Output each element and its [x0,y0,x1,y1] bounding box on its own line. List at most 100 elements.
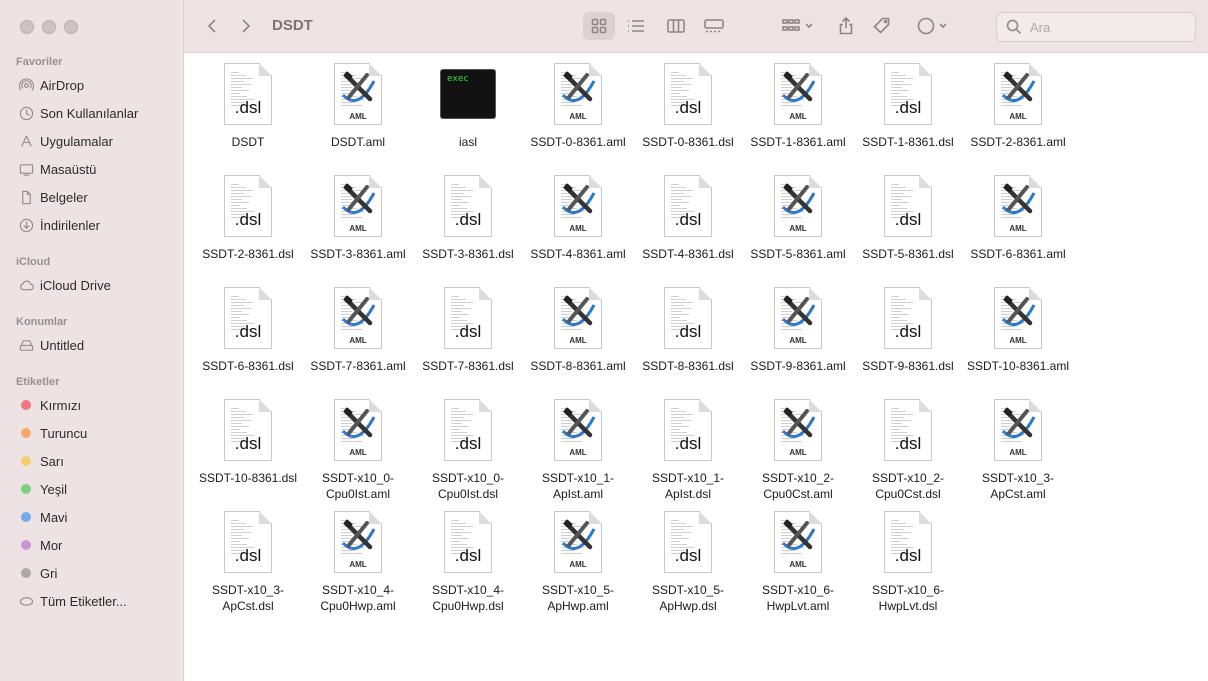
action-menu-button[interactable] [912,12,952,40]
file-item[interactable]: AML SSDT-5-8361.aml [743,174,853,286]
grid-view-icon [591,18,607,34]
minimize-window-button[interactable] [42,20,56,34]
view-list-button[interactable] [620,12,652,40]
file-item[interactable]: .dsl SSDT-10-8361.dsl [193,398,303,510]
file-item[interactable]: .dsl SSDT-x10_1-ApIst.dsl [633,398,743,510]
file-item[interactable]: .dsl SSDT-x10_3-ApCst.dsl [193,510,303,622]
file-name: SSDT-x10_3-ApCst.aml [981,471,1055,501]
sidebar-item-desktop[interactable]: Masaüstü [18,158,96,180]
sidebar-tag-red[interactable]: Kırmızı [18,394,81,416]
file-item[interactable]: AML SSDT-x10_1-ApIst.aml [523,398,633,510]
file-item[interactable]: .dsl SSDT-4-8361.dsl [633,174,743,286]
sidebar-tag-gray[interactable]: Gri [18,562,57,584]
file-item[interactable]: .dsl SSDT-x10_2-Cpu0Cst.dsl [853,398,963,510]
file-item[interactable]: .dsl SSDT-x10_5-ApHwp.dsl [633,510,743,622]
sidebar-section-locations: Konumlar [16,316,68,328]
file-item[interactable]: .dsl SSDT-3-8361.dsl [413,174,523,286]
sidebar-tag-purple[interactable]: Mor [18,534,62,556]
aml-file-icon: AML [334,511,382,573]
view-gallery-button[interactable] [698,12,730,40]
file-item[interactable]: .dsl SSDT-5-8361.dsl [853,174,963,286]
file-item[interactable]: AML SSDT-x10_5-ApHwp.aml [523,510,633,622]
file-item[interactable]: AML SSDT-x10_0-Cpu0Ist.aml [303,398,413,510]
file-item[interactable]: .dsl SSDT-x10_6-HwpLvt.dsl [853,510,963,622]
file-item[interactable]: AML SSDT-9-8361.aml [743,286,853,398]
sidebar-item-icloud-drive[interactable]: iCloud Drive [18,274,111,296]
file-item[interactable]: AML SSDT-7-8361.aml [303,286,413,398]
back-button[interactable] [202,14,222,38]
file-item[interactable]: .dsl SSDT-8-8361.dsl [633,286,743,398]
sidebar-tag-yellow[interactable]: Sarı [18,450,64,472]
file-name: SSDT-10-8361.dsl [198,471,298,485]
aml-badge: AML [349,112,367,121]
sidebar-tag-blue[interactable]: Mavi [18,506,67,528]
search-input[interactable] [1028,18,1192,36]
file-item[interactable]: .dsl SSDT-6-8361.dsl [193,286,303,398]
aml-badge: AML [569,224,587,233]
file-item[interactable]: AML DSDT.aml [303,62,413,174]
sidebar-item-airdrop[interactable]: AirDrop [18,74,84,96]
file-icon-container: AML [328,286,388,350]
aml-file-icon: AML [554,175,602,237]
aml-badge: AML [789,336,807,345]
file-name: SSDT-x10_5-ApHwp.aml [541,583,615,613]
sidebar-tag-all[interactable]: Tüm Etiketler... [18,590,127,612]
file-item[interactable]: AML SSDT-1-8361.aml [743,62,853,174]
share-button[interactable] [834,12,858,40]
file-item[interactable]: AML SSDT-10-8361.aml [963,286,1073,398]
file-item[interactable]: AML SSDT-2-8361.aml [963,62,1073,174]
view-icons-button[interactable] [583,12,615,40]
file-item[interactable]: .dsl SSDT-x10_4-Cpu0Hwp.dsl [413,510,523,622]
file-item[interactable]: AML SSDT-x10_2-Cpu0Cst.aml [743,398,853,510]
aml-file-icon: AML [774,63,822,125]
group-by-button[interactable] [778,12,818,40]
file-icon-container: AML [328,62,388,126]
file-name: SSDT-x10_0-Cpu0Ist.aml [321,471,395,501]
sidebar-item-recents[interactable]: Son Kullanılanlar [18,102,138,124]
file-item[interactable]: AML SSDT-8-8361.aml [523,286,633,398]
file-item[interactable]: AML SSDT-x10_4-Cpu0Hwp.aml [303,510,413,622]
file-icon-container: AML [548,62,608,126]
file-item[interactable]: AML SSDT-4-8361.aml [523,174,633,286]
sidebar-item-downloads[interactable]: İndirilenler [18,214,100,236]
view-columns-button[interactable] [660,12,692,40]
sidebar-item-documents[interactable]: Belgeler [18,186,88,208]
close-window-button[interactable] [20,20,34,34]
zoom-window-button[interactable] [64,20,78,34]
forward-button[interactable] [236,14,256,38]
dsl-extension-label: .dsl [674,98,702,117]
file-item[interactable]: .dsl SSDT-2-8361.dsl [193,174,303,286]
file-item[interactable]: .dsl SSDT-7-8361.dsl [413,286,523,398]
file-item[interactable]: AML SSDT-0-8361.aml [523,62,633,174]
sidebar-item-applications[interactable]: Uygulamalar [18,130,113,152]
compiler-tool-icon [1001,295,1036,327]
file-name: SSDT-x10_2-Cpu0Cst.dsl [871,471,945,501]
file-name: SSDT-x10_5-ApHwp.dsl [651,583,725,613]
sidebar-item-label: Mor [40,537,63,553]
tag-button[interactable] [870,12,894,40]
file-item[interactable]: exec iasl [413,62,523,174]
file-name: SSDT-5-8361.dsl [862,247,954,261]
aml-badge: AML [349,336,367,345]
sidebar-tag-orange[interactable]: Turuncu [18,422,87,444]
file-item[interactable]: AML SSDT-x10_3-ApCst.aml [963,398,1073,510]
sidebar-tag-green[interactable]: Yeşil [18,478,67,500]
file-item[interactable]: AML SSDT-3-8361.aml [303,174,413,286]
file-name: SSDT-0-8361.aml [530,135,626,149]
file-item[interactable]: .dsl SSDT-x10_0-Cpu0Ist.dsl [413,398,523,510]
aml-badge: AML [1009,112,1027,121]
sidebar-item-label: Mavi [40,509,68,525]
file-item[interactable]: .dsl SSDT-0-8361.dsl [633,62,743,174]
dsl-file-icon: .dsl [884,399,932,461]
compiler-tool-icon [781,519,816,551]
file-item[interactable]: AML SSDT-6-8361.aml [963,174,1073,286]
file-icon-container: AML [328,398,388,462]
aml-badge: AML [789,560,807,569]
file-item[interactable]: AML SSDT-x10_6-HwpLvt.aml [743,510,853,622]
search-field[interactable] [996,12,1196,42]
window-title: DSDT [272,17,313,34]
file-item[interactable]: .dsl SSDT-1-8361.dsl [853,62,963,174]
file-item[interactable]: .dsl DSDT [193,62,303,174]
sidebar-item-untitled[interactable]: Untitled [18,334,84,356]
file-item[interactable]: .dsl SSDT-9-8361.dsl [853,286,963,398]
